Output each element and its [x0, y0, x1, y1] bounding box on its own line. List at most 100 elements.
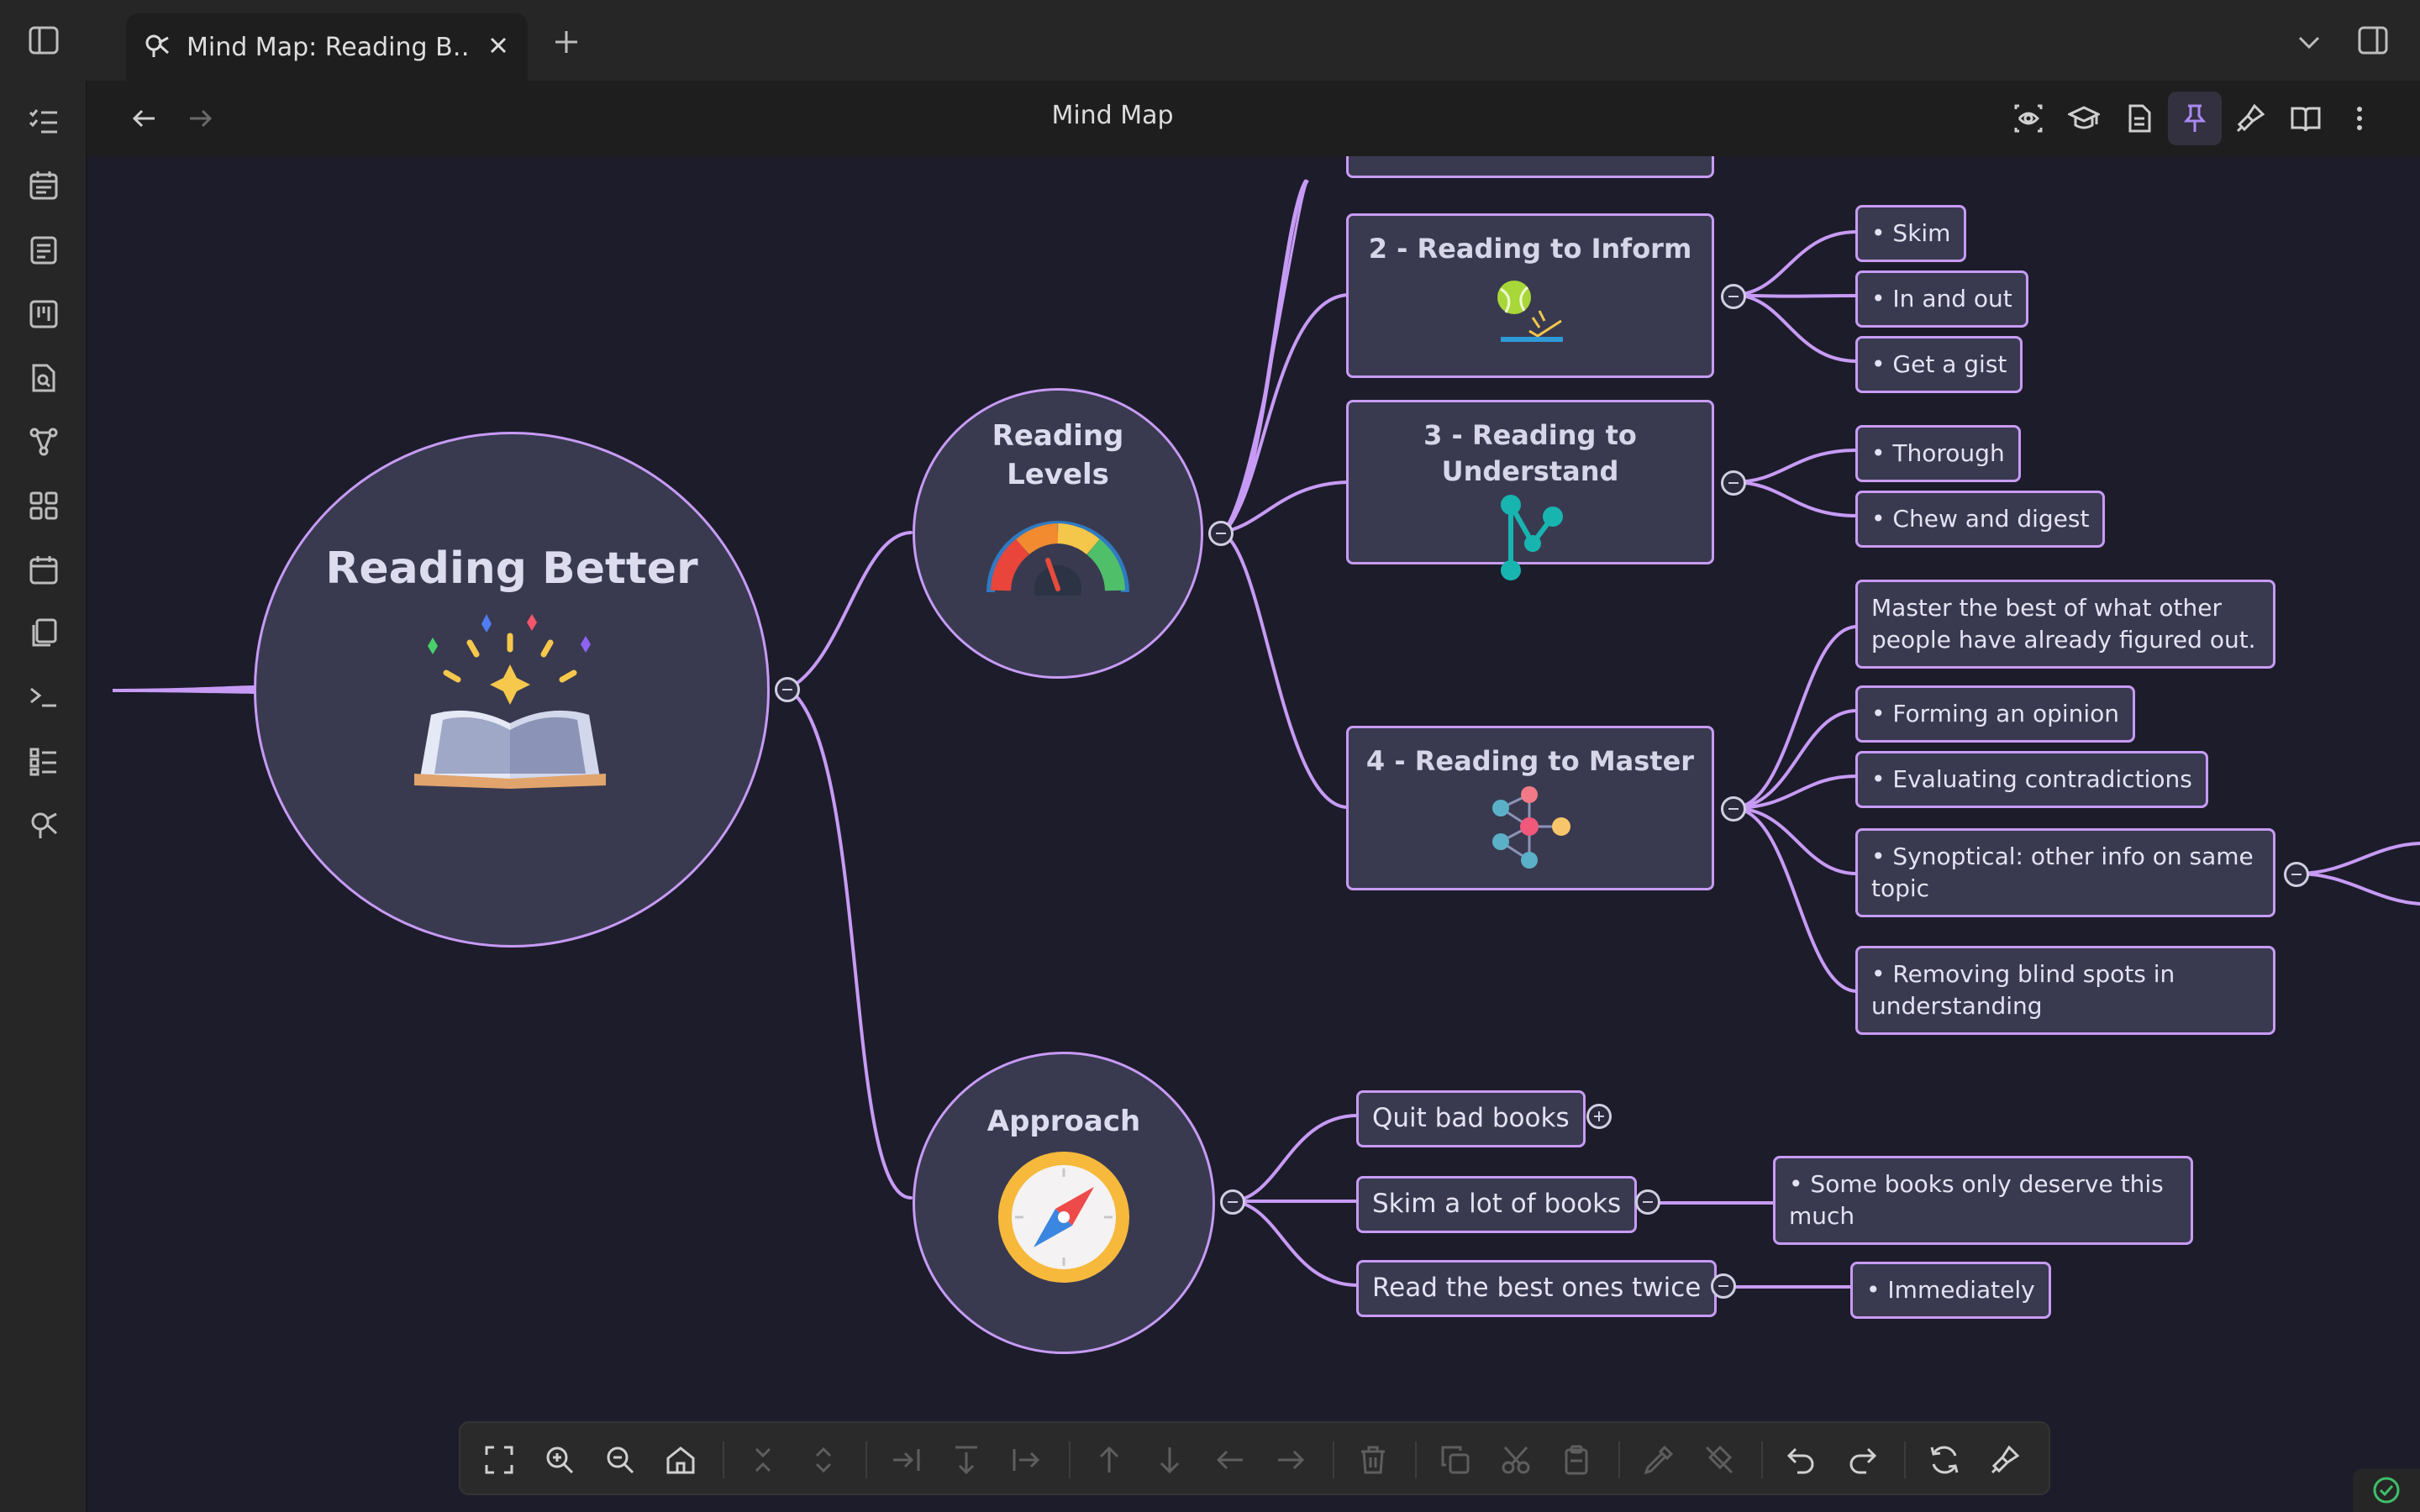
note-icon[interactable]: [17, 223, 71, 277]
file-search-icon[interactable]: [17, 351, 71, 405]
tab-mind-map[interactable]: Mind Map: Reading B…: [126, 13, 528, 81]
read-best-collapse-button[interactable]: [1711, 1273, 1736, 1299]
inform-collapse-button[interactable]: [1721, 284, 1746, 309]
move-left-icon[interactable]: [1203, 1433, 1257, 1487]
levels-collapse-button[interactable]: [1208, 521, 1234, 546]
paste-icon[interactable]: [1549, 1433, 1603, 1487]
terminal-icon[interactable]: [17, 670, 71, 724]
compass-icon: [997, 1150, 1131, 1288]
collapse-icon[interactable]: [736, 1433, 790, 1487]
understand-collapse-button[interactable]: [1721, 470, 1746, 496]
move-down-icon[interactable]: [1143, 1433, 1197, 1487]
brush-icon[interactable]: [2223, 92, 2277, 145]
document-icon[interactable]: [2112, 92, 2166, 145]
skim-collapse-button[interactable]: [1635, 1189, 1660, 1215]
leaf-synoptical[interactable]: • Synoptical: other info on same topic: [1855, 828, 2275, 917]
reading-levels-node[interactable]: Reading Levels: [913, 388, 1203, 679]
approach-node[interactable]: Approach: [913, 1052, 1215, 1354]
root-node[interactable]: Reading Better: [254, 432, 770, 948]
leaf-skim[interactable]: • Skim: [1855, 205, 1967, 262]
undo-icon[interactable]: [1775, 1433, 1828, 1487]
master-collapse-button[interactable]: [1721, 796, 1746, 822]
graduation-icon[interactable]: [2057, 92, 2111, 145]
view-header: Mind Map: [87, 81, 2420, 156]
checklist-icon[interactable]: [17, 94, 71, 148]
offscreen-level-node[interactable]: [1346, 156, 1714, 178]
synoptical-collapse-button[interactable]: [2284, 862, 2309, 887]
zoom-out-icon[interactable]: [593, 1433, 647, 1487]
fullscreen-icon[interactable]: [472, 1433, 526, 1487]
mind-map-toolbar: [459, 1421, 2050, 1495]
edge-inform-skim: [1731, 230, 1859, 297]
read-best-twice-node[interactable]: Read the best ones twice: [1356, 1260, 1718, 1317]
leaf-get-a-gist[interactable]: • Get a gist: [1855, 336, 2023, 393]
master-title: 4 - Reading to Master: [1365, 745, 1695, 777]
app-window: Mind Map: Reading B… Mind Map Reading Be…: [0, 0, 2420, 1512]
format-brush-icon[interactable]: [1978, 1433, 2032, 1487]
close-icon[interactable]: [486, 33, 511, 61]
kanban-icon[interactable]: [17, 287, 71, 341]
refresh-icon[interactable]: [1918, 1433, 1971, 1487]
toolbar-separator: [723, 1441, 724, 1478]
leaf-in-and-out[interactable]: • In and out: [1855, 270, 2028, 328]
edge-synoptical-offscreen-1: [2296, 842, 2420, 875]
pin-icon[interactable]: [2168, 92, 2222, 145]
tab-title: Mind Map: Reading B…: [187, 32, 471, 62]
graph-icon[interactable]: [17, 415, 71, 469]
edge-root-approach: [786, 687, 913, 1200]
cut-icon[interactable]: [1489, 1433, 1543, 1487]
zoom-in-icon[interactable]: [533, 1433, 587, 1487]
leaf-blind-spots[interactable]: • Removing blind spots in understanding: [1855, 946, 2275, 1035]
reading-to-understand-node[interactable]: 3 - Reading to Understand: [1346, 400, 1714, 581]
open-book-sparkles-icon: [402, 606, 621, 794]
toolbar-separator: [1618, 1441, 1620, 1478]
sync-status-indicator[interactable]: [2353, 1468, 2420, 1512]
more-icon[interactable]: [2333, 92, 2386, 145]
expand-icon[interactable]: [797, 1433, 850, 1487]
mindmap-icon[interactable]: [17, 798, 71, 852]
mind-map-canvas[interactable]: Reading Better Reading Levels 2 - Readin…: [87, 156, 2420, 1512]
inform-title: 2 - Reading to Inform: [1368, 233, 1692, 265]
plus-icon[interactable]: [539, 15, 593, 69]
sidebar-toggle-icon[interactable]: [17, 13, 71, 67]
quit-bad-books-node[interactable]: Quit bad books: [1356, 1090, 1586, 1147]
move-right-icon[interactable]: [1264, 1433, 1318, 1487]
reading-to-inform-node[interactable]: 2 - Reading to Inform: [1346, 213, 1714, 378]
leaf-immediately[interactable]: • Immediately: [1850, 1262, 2051, 1319]
grid-icon[interactable]: [17, 479, 71, 533]
move-up-icon[interactable]: [1082, 1433, 1136, 1487]
leaf-forming-opinion[interactable]: • Forming an opinion: [1855, 685, 2136, 743]
chevron-down-icon[interactable]: [2282, 15, 2336, 69]
nodes-graph-icon: [1349, 493, 1712, 581]
mindmap-icon: [143, 31, 171, 63]
duplicate-icon[interactable]: [1428, 1433, 1482, 1487]
reading-to-master-node[interactable]: 4 - Reading to Master: [1346, 726, 1714, 890]
eye-icon[interactable]: [2002, 92, 2055, 145]
quit-bad-books-expand-button[interactable]: [1586, 1104, 1612, 1129]
right-sidebar-icon[interactable]: [2346, 13, 2400, 67]
leaf-master-best[interactable]: Master the best of what other people hav…: [1855, 580, 2275, 669]
copy-icon[interactable]: [17, 606, 71, 660]
root-title: Reading Better: [325, 543, 698, 594]
leaf-evaluating-contradictions[interactable]: • Evaluating contradictions: [1855, 751, 2208, 808]
leaf-some-books[interactable]: • Some books only deserve this much: [1773, 1156, 2193, 1245]
calendar-icon[interactable]: [17, 543, 71, 596]
book-icon[interactable]: [2279, 92, 2333, 145]
redo-icon[interactable]: [1835, 1433, 1889, 1487]
approach-collapse-button[interactable]: [1220, 1189, 1245, 1215]
leaf-thorough[interactable]: • Thorough: [1855, 425, 2021, 482]
pipette-icon[interactable]: [1632, 1433, 1686, 1487]
outdent-icon[interactable]: [939, 1433, 993, 1487]
home-icon[interactable]: [654, 1433, 708, 1487]
sibling-icon[interactable]: [1000, 1433, 1054, 1487]
delete-icon[interactable]: [1346, 1433, 1400, 1487]
toolbar-separator: [1415, 1441, 1417, 1478]
root-collapse-button[interactable]: [775, 677, 800, 702]
indent-icon[interactable]: [879, 1433, 933, 1487]
leaf-chew-and-digest[interactable]: • Chew and digest: [1855, 491, 2106, 548]
list-icon[interactable]: [17, 734, 71, 788]
edge-master-blindspots: [1731, 806, 1859, 993]
skim-a-lot-node[interactable]: Skim a lot of books: [1356, 1176, 1638, 1233]
fill-icon[interactable]: [1692, 1433, 1746, 1487]
calendar-icon[interactable]: [17, 158, 71, 212]
